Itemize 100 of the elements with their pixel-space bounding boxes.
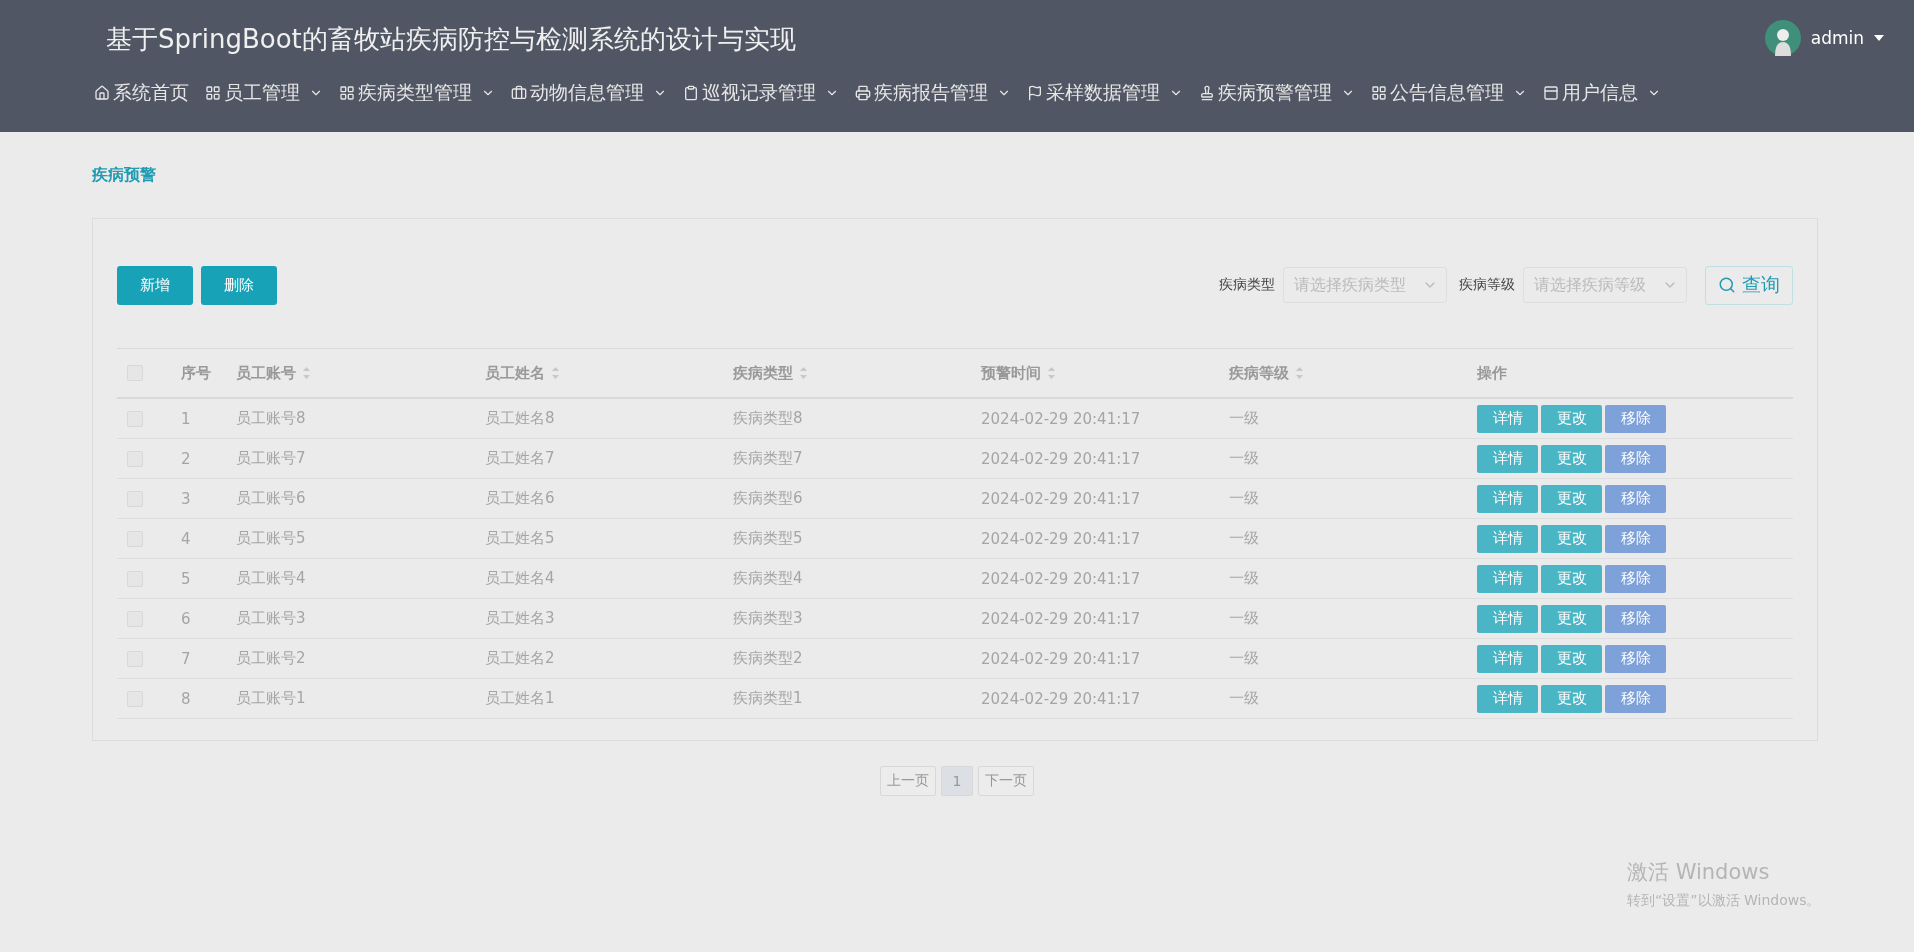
nav-item[interactable]: 巡视记录管理 [683,80,839,106]
table-cell-text: 员工账号4 [236,569,307,588]
remove-button[interactable]: 移除 [1605,524,1666,553]
detail-button[interactable]: 详情 [1477,564,1538,593]
remove-button[interactable]: 移除 [1605,604,1666,633]
edit-button[interactable]: 更改 [1541,404,1602,433]
nav-item[interactable]: 公告信息管理 [1371,80,1527,106]
column-header[interactable]: 疾病类型 [733,363,981,383]
add-button[interactable]: 新增 [117,265,193,305]
table-cell-text: 员工账号7 [236,449,307,468]
edit-button[interactable]: 更改 [1541,644,1602,673]
page-title: 疾病预警 [91,164,157,186]
edit-button[interactable]: 更改 [1541,604,1602,633]
column-header[interactable]: 员工姓名 [485,363,733,383]
table-cell-text: 员工账号8 [236,409,307,428]
home-icon [94,85,110,101]
next-page-button[interactable]: 下一页 [978,766,1034,796]
grid-icon [1371,85,1387,101]
table-cell-text: 5 [181,569,192,588]
table-cell-text: 员工账号1 [236,689,307,708]
nav-item[interactable]: 用户信息 [1543,80,1661,106]
table-cell-text: 员工姓名6 [485,489,556,508]
table-cell-text: 2024-02-29 20:41:17 [981,649,1142,668]
site-title: 基于SpringBoot的畜牧站疾病防控与检测系统的设计与实现 [106,23,796,56]
detail-button[interactable]: 详情 [1477,524,1538,553]
sort-icon[interactable] [551,366,560,380]
flag-icon [1027,85,1043,101]
edit-button[interactable]: 更改 [1541,524,1602,553]
table-cell-text: 1 [181,409,192,428]
detail-button[interactable]: 详情 [1477,404,1538,433]
remove-button[interactable]: 移除 [1605,484,1666,513]
printer-icon [855,85,871,101]
table-cell-text: 员工姓名4 [485,569,556,588]
window-icon [1543,85,1559,101]
nav-item[interactable]: 动物信息管理 [511,80,667,106]
table-cell-text: 疾病类型6 [733,489,804,508]
remove-button[interactable]: 移除 [1605,564,1666,593]
caret-icon[interactable] [1874,35,1884,41]
detail-button[interactable]: 详情 [1477,604,1538,633]
filter-label: 疾病类型 [1219,276,1275,294]
table-cell-text: 2024-02-29 20:41:17 [981,409,1142,428]
remove-button[interactable]: 移除 [1605,644,1666,673]
prev-page-button[interactable]: 上一页 [880,766,936,796]
remove-button[interactable]: 移除 [1605,444,1666,473]
nav-item[interactable]: 疾病类型管理 [339,80,495,106]
table-cell-text: 员工姓名7 [485,449,556,468]
column-header: 序号 [181,363,212,383]
table-cell-text: 4 [181,529,192,548]
grid-icon [205,85,221,101]
detail-button[interactable]: 详情 [1477,444,1538,473]
table-cell-text: 疾病类型7 [733,449,804,468]
grid-icon [339,85,355,101]
delete-button[interactable]: 删除 [201,265,277,305]
detail-button[interactable]: 详情 [1477,484,1538,513]
table-cell-text: 疾病类型2 [733,649,804,668]
page-button[interactable]: 1 [941,766,973,796]
nav-item[interactable]: 疾病报告管理 [855,80,1011,106]
table-cell-text: 员工姓名8 [485,409,556,428]
table-cell-text: 员工账号6 [236,489,307,508]
filter-label: 疾病等级 [1459,276,1515,294]
edit-button[interactable]: 更改 [1541,444,1602,473]
table-cell-text: 疾病类型4 [733,569,804,588]
table-cell-text: 疾病类型1 [733,689,804,708]
search-button[interactable]: 查询 [1705,265,1793,305]
edit-button[interactable]: 更改 [1541,564,1602,593]
nav-item[interactable]: 疾病预警管理 [1199,80,1355,106]
sort-icon[interactable] [799,366,808,380]
edit-button[interactable]: 更改 [1541,484,1602,513]
avatar[interactable] [1764,20,1801,56]
nav-item[interactable]: 系统首页 [94,80,189,106]
column-header: 操作 [1477,363,1508,383]
table-cell-text: 7 [181,649,192,668]
table-cell-text: 员工账号2 [236,649,307,668]
column-header[interactable]: 预警时间 [981,363,1229,383]
table-cell-text: 疾病类型5 [733,529,804,548]
table-cell-text: 2024-02-29 20:41:17 [981,569,1142,588]
nav-item[interactable]: 员工管理 [205,80,323,106]
table-cell-text: 6 [181,609,192,628]
detail-button[interactable]: 详情 [1477,684,1538,713]
table-cell-text: 员工姓名1 [485,689,556,708]
table-cell-text: 疾病类型3 [733,609,804,628]
sort-icon[interactable] [1295,366,1304,380]
table-cell-text: 疾病类型8 [733,409,804,428]
table-cell-text: 2 [181,449,192,468]
column-header[interactable]: 员工账号 [236,363,485,383]
user-name[interactable]: admin [1810,28,1864,48]
edit-button[interactable]: 更改 [1541,684,1602,713]
stamp-icon [1199,85,1215,101]
briefcase-icon [511,85,527,101]
table-cell-text: 2024-02-29 20:41:17 [981,609,1142,628]
remove-button[interactable]: 移除 [1605,684,1666,713]
table-cell-text: 3 [181,489,192,508]
sort-icon[interactable] [1047,366,1056,380]
detail-button[interactable]: 详情 [1477,644,1538,673]
search-icon [1718,276,1736,294]
remove-button[interactable]: 移除 [1605,404,1666,433]
table-cell-text: 员工账号5 [236,529,307,548]
column-header[interactable]: 疾病等级 [1229,363,1477,383]
sort-icon[interactable] [302,366,311,380]
nav-item[interactable]: 采样数据管理 [1027,80,1183,106]
